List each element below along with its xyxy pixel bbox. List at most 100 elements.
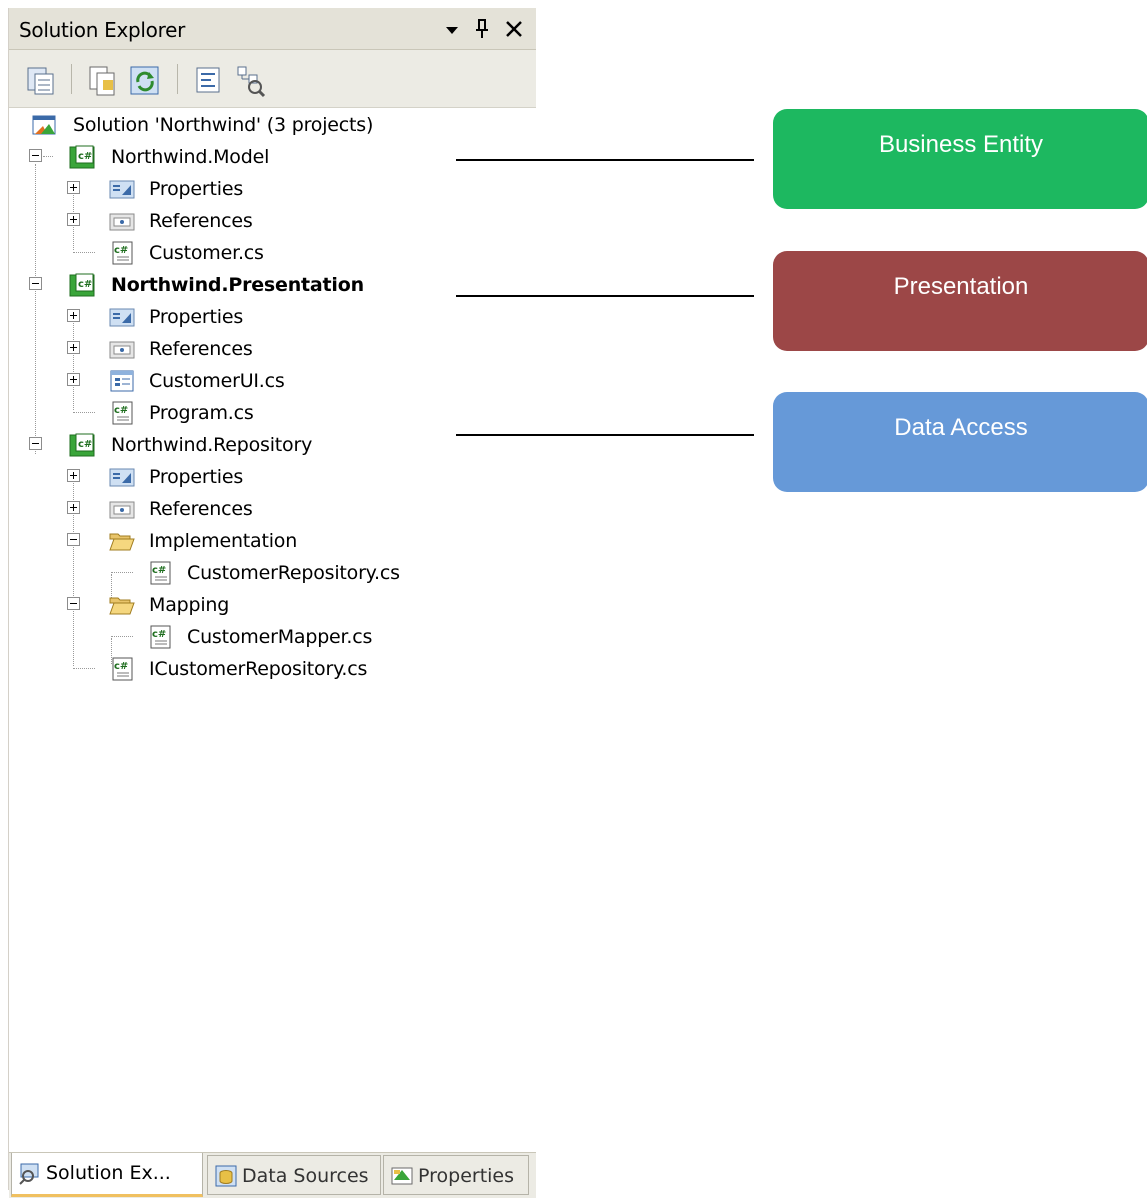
csharp-project-icon: c#	[69, 144, 95, 170]
connector-line-presentation	[456, 295, 754, 297]
panel-titlebar: Solution Explorer	[9, 8, 536, 50]
tree-item-label: Program.cs	[149, 402, 254, 424]
csharp-file-icon: c#	[109, 400, 135, 426]
tree-item-presentation-properties[interactable]: Properties	[9, 302, 536, 332]
tree-item-label: CustomerMapper.cs	[187, 626, 373, 648]
properties-icon[interactable]	[85, 62, 121, 98]
svg-text:c#: c#	[78, 151, 92, 162]
panel-title: Solution Explorer	[19, 18, 186, 42]
tree-item-model-references[interactable]: References	[9, 206, 536, 236]
properties-folder-icon	[109, 464, 135, 490]
toolbar-separator	[177, 64, 178, 94]
box-label: Presentation	[893, 273, 1029, 300]
panel-toolbar	[9, 50, 536, 108]
tab-solution-explorer[interactable]: Solution Ex...	[11, 1153, 203, 1197]
tree-item-label: Properties	[149, 178, 244, 200]
csharp-file-icon: c#	[109, 240, 135, 266]
properties-folder-icon	[109, 304, 135, 330]
svg-text:c#: c#	[114, 661, 128, 672]
tree-item-label: Customer.cs	[149, 242, 264, 264]
box-label: Business Entity	[878, 131, 1044, 158]
tree-item-label: References	[149, 210, 253, 232]
csharp-project-icon: c#	[69, 272, 95, 298]
tree-item-label: Solution 'Northwind' (3 projects)	[73, 114, 374, 136]
references-folder-icon	[109, 208, 135, 234]
toolbar-separator	[71, 64, 72, 94]
tree-item-implementation-folder[interactable]: Implementation	[9, 526, 536, 556]
svg-text:c#: c#	[152, 565, 166, 576]
tree-item-label: Mapping	[149, 594, 230, 616]
view-code-icon[interactable]	[191, 62, 227, 98]
tree-item-mapping-folder[interactable]: Mapping	[9, 590, 536, 620]
references-folder-icon	[109, 496, 135, 522]
expand-icon[interactable]	[67, 501, 80, 514]
business-entity-box: Business Entity	[773, 109, 1147, 209]
presentation-box: Presentation	[773, 251, 1147, 351]
solution-explorer-panel: Solution Explorer Solution 'Northwind' (…	[8, 8, 536, 1198]
tree-item-label: Northwind.Model	[111, 146, 270, 168]
tab-label: Data Sources	[242, 1165, 369, 1187]
data-access-box: Data Access	[773, 392, 1147, 492]
dropdown-arrow-icon[interactable]	[437, 14, 467, 44]
tree-item-label: Northwind.Repository	[111, 434, 313, 456]
tree-item-customerui-cs[interactable]: CustomerUI.cs	[9, 366, 536, 396]
tree-item-label: Properties	[149, 306, 244, 328]
data-sources-icon	[214, 1164, 238, 1188]
tree-item-label: Properties	[149, 466, 244, 488]
refresh-icon[interactable]	[127, 62, 163, 98]
expand-icon[interactable]	[67, 309, 80, 322]
collapse-icon[interactable]	[29, 149, 42, 162]
expand-icon[interactable]	[67, 373, 80, 386]
tree-item-customermapper-cs[interactable]: c# CustomerMapper.cs	[9, 622, 536, 652]
solution-tree: Solution 'Northwind' (3 projects) c# Nor…	[9, 108, 536, 1108]
svg-text:c#: c#	[152, 629, 166, 640]
tree-item-model-properties[interactable]: Properties	[9, 174, 536, 204]
svg-text:c#: c#	[114, 405, 128, 416]
tree-item-label: References	[149, 338, 253, 360]
pin-icon[interactable]	[467, 14, 497, 44]
svg-text:c#: c#	[114, 245, 128, 256]
connector-line-repository	[456, 434, 754, 436]
svg-text:c#: c#	[78, 279, 92, 290]
tree-item-label: Implementation	[149, 530, 298, 552]
expand-icon[interactable]	[67, 181, 80, 194]
expand-icon[interactable]	[67, 341, 80, 354]
csharp-project-icon: c#	[69, 432, 95, 458]
expand-icon[interactable]	[67, 469, 80, 482]
tree-item-customerrepository-cs[interactable]: c# CustomerRepository.cs	[9, 558, 536, 588]
tab-data-sources[interactable]: Data Sources	[207, 1155, 381, 1195]
tree-item-program-cs[interactable]: c# Program.cs	[9, 398, 536, 428]
tree-item-repository-references[interactable]: References	[9, 494, 536, 524]
close-icon[interactable]	[499, 14, 529, 44]
collapse-icon[interactable]	[29, 437, 42, 450]
tree-item-icustomerrepository-cs[interactable]: c# ICustomerRepository.cs	[9, 654, 536, 684]
properties-folder-icon	[109, 176, 135, 202]
show-all-files-icon[interactable]	[23, 62, 59, 98]
tab-label: Properties	[418, 1165, 515, 1187]
tab-properties[interactable]: Properties	[383, 1155, 529, 1195]
tree-item-label: CustomerUI.cs	[149, 370, 285, 392]
tree-item-label: ICustomerRepository.cs	[149, 658, 368, 680]
tree-item-solution[interactable]: Solution 'Northwind' (3 projects)	[9, 110, 536, 140]
tree-item-customer-cs[interactable]: c# Customer.cs	[9, 238, 536, 268]
solution-icon	[31, 112, 57, 138]
open-folder-icon	[109, 528, 135, 554]
collapse-icon[interactable]	[29, 277, 42, 290]
tree-item-label: Northwind.Presentation	[111, 274, 364, 296]
panel-tab-strip: Solution Ex... Data Sources Properties	[9, 1152, 536, 1198]
tree-item-presentation-references[interactable]: References	[9, 334, 536, 364]
tree-guide-line	[43, 156, 53, 157]
csharp-file-icon: c#	[109, 656, 135, 682]
collapse-icon[interactable]	[67, 597, 80, 610]
tree-item-project-model[interactable]: c# Northwind.Model	[9, 142, 536, 172]
solution-explorer-icon	[18, 1161, 42, 1185]
tree-item-repository-properties[interactable]: Properties	[9, 462, 536, 492]
connector-line-model	[456, 159, 754, 161]
box-label: Data Access	[894, 414, 1028, 441]
form-file-icon	[109, 368, 135, 394]
class-view-icon[interactable]	[233, 62, 269, 98]
expand-icon[interactable]	[67, 213, 80, 226]
collapse-icon[interactable]	[67, 533, 80, 546]
csharp-file-icon: c#	[147, 624, 173, 650]
references-folder-icon	[109, 336, 135, 362]
